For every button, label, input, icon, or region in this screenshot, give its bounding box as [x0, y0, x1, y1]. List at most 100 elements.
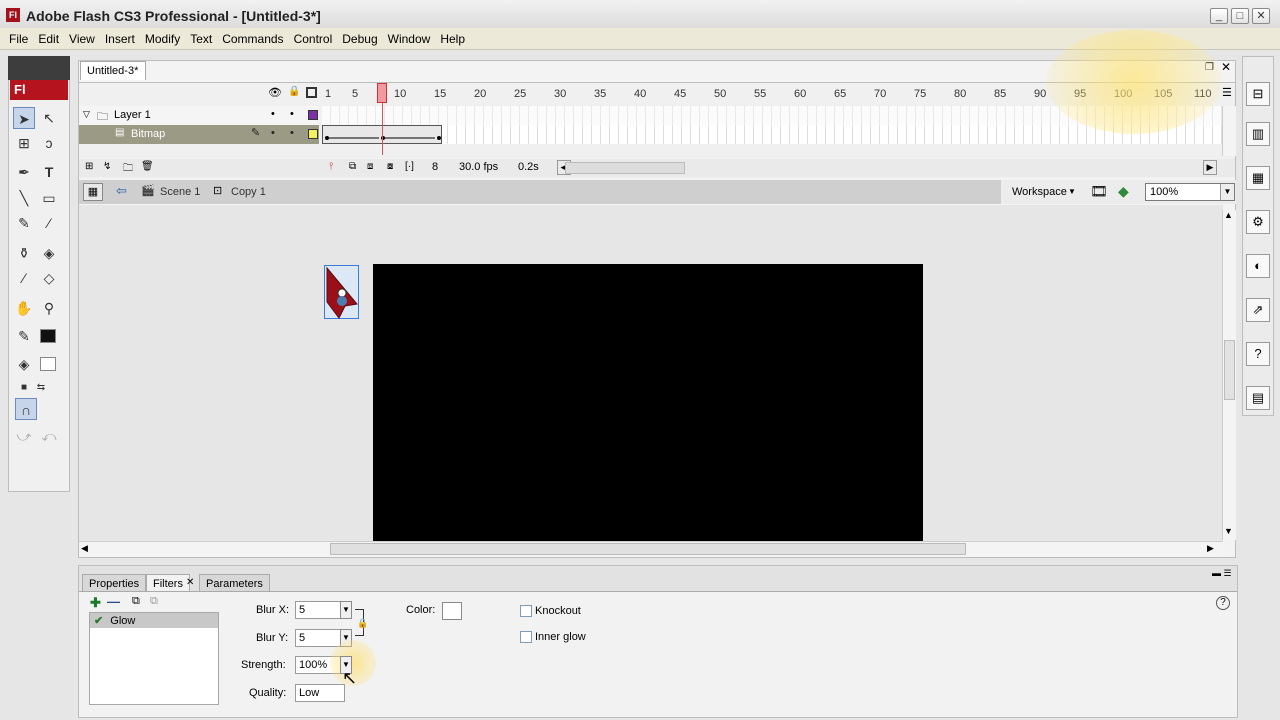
lock-dot-icon[interactable]: •: [290, 108, 294, 120]
visible-dot-icon[interactable]: •: [271, 108, 275, 120]
straighten-icon[interactable]: ⤺: [38, 425, 60, 447]
chevron-down-icon[interactable]: ▼: [1068, 187, 1076, 196]
paint-bucket-tool-icon[interactable]: ◈: [38, 242, 60, 264]
visible-dot-icon[interactable]: •: [271, 127, 275, 139]
insert-layer-icon[interactable]: ⊞: [85, 161, 93, 172]
close-tab-icon[interactable]: ✕: [186, 577, 194, 588]
stage-hscroll-thumb[interactable]: [330, 543, 966, 555]
checkmark-icon[interactable]: ✔: [94, 615, 103, 627]
snap-to-objects-icon[interactable]: ∩: [15, 398, 37, 420]
filter-item[interactable]: ✔ Glow: [90, 613, 218, 628]
workspace-menu[interactable]: Workspace: [1012, 186, 1067, 198]
smooth-icon[interactable]: ⤻: [13, 425, 35, 447]
chevron-down-icon[interactable]: ▼: [1220, 184, 1234, 200]
scroll-right-icon[interactable]: ▶: [1207, 543, 1214, 554]
frame-row[interactable]: [322, 125, 1222, 144]
menu-help[interactable]: Help: [435, 28, 470, 46]
frame-rate[interactable]: 30.0 fps: [459, 161, 498, 173]
zoom-select[interactable]: 100% ▼: [1145, 183, 1235, 201]
selection-tool-icon[interactable]: ➤: [13, 107, 35, 129]
lasso-tool-icon[interactable]: ↄ: [38, 132, 60, 154]
hand-tool-icon[interactable]: ✋: [13, 297, 35, 319]
scroll-right-icon[interactable]: ▶: [1203, 160, 1217, 175]
ink-bottle-tool-icon[interactable]: ⚱: [13, 242, 35, 264]
pencil-tool-icon[interactable]: ✎: [13, 212, 35, 234]
menu-text[interactable]: Text: [185, 28, 217, 46]
tab-properties[interactable]: Properties: [82, 574, 147, 592]
stage[interactable]: [373, 264, 923, 541]
brush-tool-icon[interactable]: ⁄: [38, 212, 60, 234]
inner-glow-checkbox[interactable]: [520, 631, 532, 643]
onion-skin-icon[interactable]: ⧉: [349, 161, 356, 172]
add-filter-icon[interactable]: ✚: [90, 595, 101, 611]
outline-icon[interactable]: [306, 87, 317, 98]
subselection-tool-icon[interactable]: ↖: [38, 107, 60, 129]
layer-row[interactable]: ▽ 🗀 Layer 1 • •: [79, 106, 319, 125]
swap-colors-icon[interactable]: ⇆: [30, 377, 52, 399]
help-icon[interactable]: ?: [1216, 596, 1230, 610]
timeline-scrollbar-thumb[interactable]: [565, 162, 685, 174]
menu-view[interactable]: View: [64, 28, 100, 46]
eye-icon[interactable]: 👁: [268, 86, 282, 99]
edit-symbols-icon[interactable]: ◆: [1118, 183, 1129, 200]
delete-layer-icon[interactable]: 🗑: [141, 161, 154, 172]
close-doc-icon[interactable]: ✕: [1221, 60, 1231, 74]
menu-window[interactable]: Window: [383, 28, 436, 46]
swatches-panel-icon[interactable]: ▦: [1246, 166, 1270, 190]
line-tool-icon[interactable]: ╲: [13, 187, 35, 209]
layer-color-swatch[interactable]: [308, 110, 318, 120]
scroll-left-icon[interactable]: ◀: [81, 543, 88, 554]
rectangle-tool-icon[interactable]: ▭: [38, 187, 60, 209]
blur-x-dropdown[interactable]: ▼: [340, 601, 352, 619]
stroke-color-swatch[interactable]: [40, 329, 56, 343]
scroll-up-icon[interactable]: ▲: [1224, 210, 1233, 220]
scene-link[interactable]: Scene 1: [160, 186, 200, 198]
blur-y-input[interactable]: 5: [295, 629, 341, 647]
menu-insert[interactable]: Insert: [100, 28, 140, 46]
tools-panel-header[interactable]: [8, 56, 70, 80]
help-panel-icon[interactable]: ?: [1246, 342, 1270, 366]
menu-control[interactable]: Control: [289, 28, 338, 46]
fill-color-swatch[interactable]: [40, 357, 56, 371]
modify-markers-icon[interactable]: [·]: [405, 161, 414, 172]
transform-panel-icon[interactable]: ◐: [1246, 254, 1270, 278]
tab-parameters[interactable]: Parameters: [199, 574, 270, 592]
close-button[interactable]: ✕: [1252, 8, 1270, 24]
layer-color-swatch[interactable]: [308, 129, 318, 139]
eyedropper-tool-icon[interactable]: ⁄: [13, 267, 35, 289]
center-frame-icon[interactable]: ⫯: [329, 161, 333, 172]
stage-vscroll-thumb[interactable]: [1224, 340, 1235, 400]
glow-color-swatch[interactable]: [442, 602, 462, 620]
library-panel-icon[interactable]: ▤: [1246, 386, 1270, 410]
edit-scene-icon[interactable]: 🎞: [1090, 183, 1108, 200]
stroke-color-icon[interactable]: ✎: [13, 325, 35, 347]
playhead[interactable]: [377, 83, 387, 103]
lock-icon[interactable]: 🔒: [357, 618, 368, 629]
symbol-link[interactable]: Copy 1: [231, 186, 266, 198]
tab-filters[interactable]: Filters: [146, 574, 190, 592]
timeline-toggle-icon[interactable]: ▦: [83, 183, 103, 201]
add-guide-icon[interactable]: ↯: [103, 161, 111, 172]
menu-modify[interactable]: Modify: [140, 28, 185, 46]
paste-filter-icon[interactable]: ⧉: [150, 595, 158, 608]
collapse-folder-icon[interactable]: ▽: [83, 109, 90, 120]
copy-filter-icon[interactable]: ⧉: [132, 595, 140, 608]
menu-debug[interactable]: Debug: [337, 28, 382, 46]
info-panel-icon[interactable]: ⚙: [1246, 210, 1270, 234]
pen-symbol-instance[interactable]: [324, 265, 359, 319]
eraser-tool-icon[interactable]: ◇: [38, 267, 60, 289]
timeline-menu-icon[interactable]: ☰: [1222, 86, 1232, 99]
lock-dot-icon[interactable]: •: [290, 127, 294, 139]
panel-options-icon[interactable]: ▬ ☰: [1212, 568, 1232, 579]
menu-file[interactable]: File: [4, 28, 33, 46]
minimize-button[interactable]: _: [1210, 8, 1228, 24]
zoom-tool-icon[interactable]: ⚲: [38, 297, 60, 319]
text-tool-icon[interactable]: T: [38, 161, 60, 183]
lock-icon[interactable]: 🔒: [288, 86, 300, 97]
quality-select[interactable]: Low: [295, 684, 345, 702]
scroll-down-icon[interactable]: ▼: [1224, 526, 1233, 536]
menu-commands[interactable]: Commands: [217, 28, 288, 46]
back-arrow-icon[interactable]: ⇦: [116, 183, 127, 199]
align-panel-icon[interactable]: ⊟: [1246, 82, 1270, 106]
onion-outline-icon[interactable]: ⧈: [367, 161, 373, 172]
